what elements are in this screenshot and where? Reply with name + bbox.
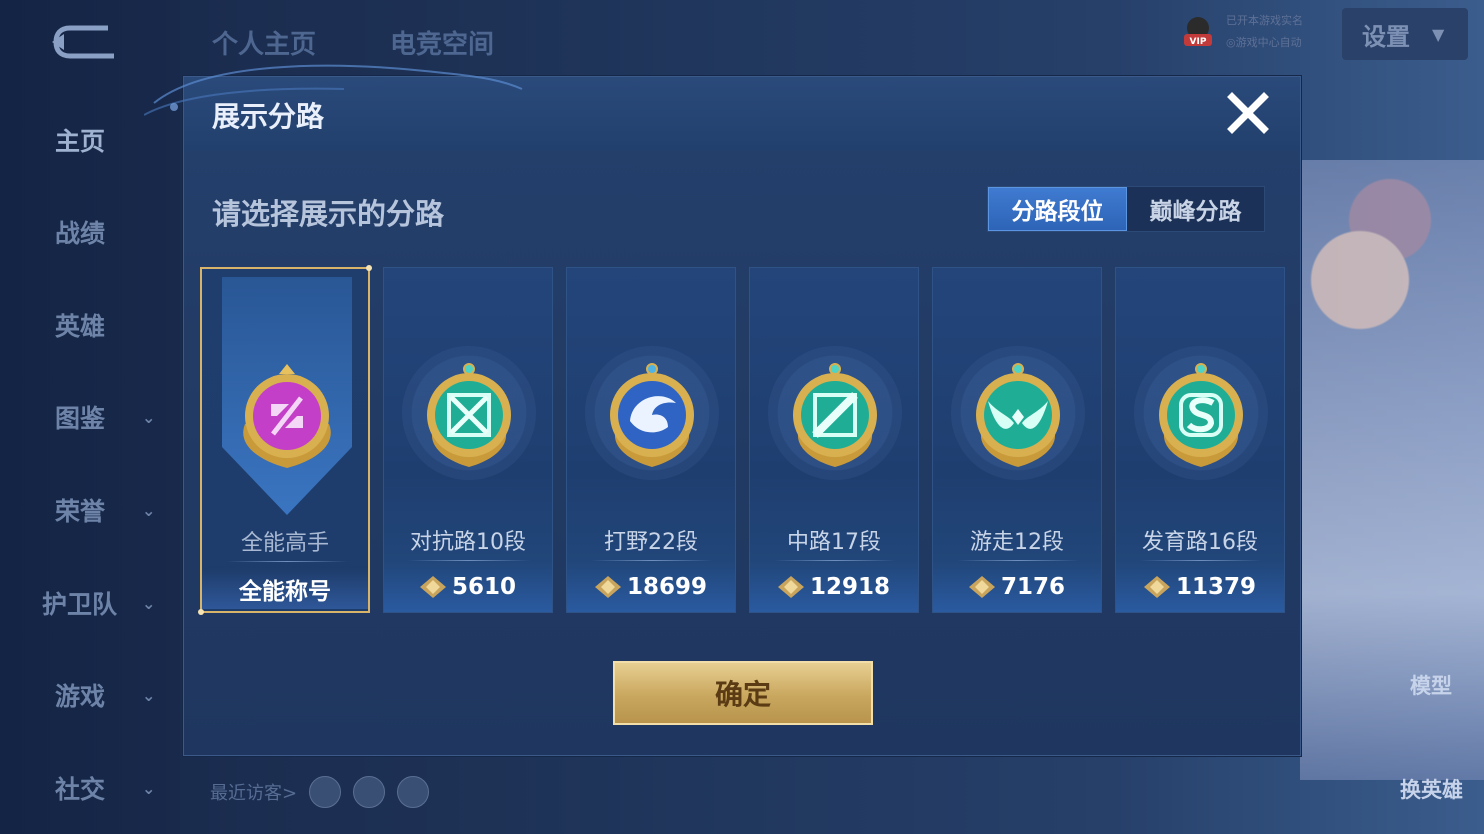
vip-badge-icon[interactable]: VIP [1180,14,1216,50]
chevron-down-icon: ⌄ [142,407,156,427]
nav-item-guard[interactable]: 护卫队 ⌄ [0,583,180,623]
nav-item-heroes[interactable]: 英雄 [0,305,180,345]
nav-item-game[interactable]: 游戏 ⌄ [0,675,180,715]
rank-points-icon [777,576,804,598]
back-arrow-icon[interactable] [48,22,120,62]
tab-profile[interactable]: 个人主页 [212,24,316,61]
mid-lane-emblem-icon [793,363,877,467]
tab-esports[interactable]: 电竞空间 [390,24,494,61]
model-button[interactable]: 模型 [1410,670,1452,700]
nav-item-codex[interactable]: 图鉴 ⌄ [0,397,180,437]
tab-peak-lane[interactable]: 巅峰分路 [1127,187,1264,231]
divider [774,560,896,561]
divider [591,560,713,561]
avatar[interactable] [397,776,430,808]
corner-dot-decoration [366,265,372,271]
farm-lane-emblem-icon [1159,363,1243,467]
lane-card-score: 7176 [933,574,1101,600]
lane-card-title: 全能称号 [202,569,368,609]
lane-card-list: 全能高手 全能称号 对抗路10段 5610 打野22段 18699 中路17段 … [198,265,1286,615]
lane-card-roam[interactable]: 游走12段 7176 [932,267,1102,613]
lane-card-all-round[interactable]: 全能高手 全能称号 [198,265,372,615]
lane-card-score: 5610 [384,574,552,600]
lane-card-clash[interactable]: 对抗路10段 5610 [383,267,553,613]
chevron-down-icon: ⌄ [142,778,156,798]
rank-points-icon [1143,576,1170,598]
rank-points-icon [419,576,446,598]
divider [1140,560,1262,561]
modal-subtitle: 请选择展示的分路 [212,197,445,231]
chevron-down-icon: ⌄ [142,500,156,520]
lane-display-modal: 展示分路 请选择展示的分路 分路段位 巅峰分路 全能高手 全能称号 对抗路10段… [144,64,1301,756]
chevron-down-icon: ⌄ [142,685,156,705]
lane-card-score: 11379 [1116,574,1284,600]
lane-card-score: 12918 [750,574,918,600]
modal-header: 展示分路 [144,64,1300,151]
title-swirl-decoration [144,64,523,116]
recent-visitors-label[interactable]: 最近访客> [210,779,297,805]
divider [408,560,530,561]
lane-card-jungle[interactable]: 打野22段 18699 [566,267,736,613]
divider [957,560,1079,561]
clash-lane-emblem-icon [427,363,511,467]
jungle-dragon-emblem-icon [610,363,694,467]
rank-points-icon [968,576,995,598]
switch-hero-button[interactable]: 换英雄 [1400,774,1463,804]
nav-item-record[interactable]: 战绩 [0,212,180,252]
rank-points-icon [594,576,621,598]
avatar[interactable] [353,776,386,808]
chevron-down-icon: ⌄ [142,593,156,613]
vip-status-text: 已开本游戏实名 ◎游戏中心自动 [1226,14,1303,49]
lane-card-score: 18699 [567,574,735,600]
lane-type-toggle: 分路段位 巅峰分路 [987,186,1265,232]
confirm-button[interactable]: 确定 [613,661,873,725]
roam-wings-emblem-icon [976,363,1060,467]
lane-card-name: 打野22段 [604,530,698,555]
all-round-emblem-icon [243,364,331,468]
lane-card-name: 中路17段 [787,530,881,555]
nav-item-social[interactable]: 社交 ⌄ [0,768,180,808]
lane-card-name: 游走12段 [970,530,1064,555]
corner-dot-decoration [198,609,204,615]
chevron-down-icon: ▼ [1432,24,1445,44]
lane-card-mid[interactable]: 中路17段 12918 [749,267,919,613]
lane-card-name: 全能高手 [240,531,329,556]
lane-card-farm[interactable]: 发育路16段 11379 [1115,267,1285,613]
lane-card-name: 对抗路10段 [410,530,526,555]
modal-title: 展示分路 [212,100,325,133]
lane-card-name: 发育路16段 [1142,530,1258,555]
top-tabs: 个人主页 电竞空间 [212,24,494,61]
close-icon [1227,92,1269,134]
settings-button[interactable]: 设置 ▼ [1342,8,1468,60]
svg-text:VIP: VIP [1190,37,1207,47]
divider [226,561,348,562]
nav-item-honor[interactable]: 荣誉 ⌄ [0,490,180,530]
avatar[interactable] [309,776,342,808]
tab-lane-rank[interactable]: 分路段位 [988,187,1127,231]
hero-portrait [1300,160,1484,780]
close-button[interactable] [1224,89,1272,137]
recent-visitors: 最近访客> [210,776,430,808]
